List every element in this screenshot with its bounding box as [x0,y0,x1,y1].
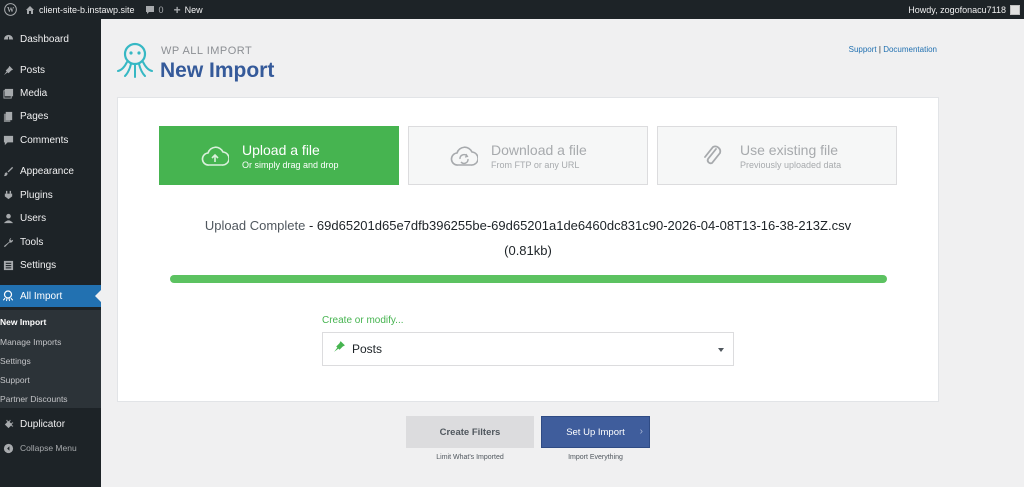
sidebar-item-label: Posts [20,64,46,76]
submenu-support[interactable]: Support [0,375,30,385]
existing-file-option[interactable]: Use existing file Previously uploaded da… [657,126,897,185]
sidebar-item-comments[interactable]: Comments [0,129,101,151]
submenu-settings[interactable]: Settings [0,356,31,366]
pushpin-icon [0,62,16,78]
sidebar-item-posts[interactable]: Posts [0,59,101,81]
existing-title: Use existing file [740,141,839,158]
cloud-sync-icon [449,141,479,171]
download-file-option[interactable]: Download a file From FTP or any URL [408,126,648,185]
my-account-menu[interactable]: Howdy, zogofonacu7118 [908,0,1020,19]
submenu-manage-imports[interactable]: Manage Imports [0,337,61,347]
upload-title: Upload a file [242,141,320,158]
comments-link[interactable]: 0 [140,0,169,19]
media-icon [0,85,16,101]
cloud-upload-icon [200,141,230,171]
site-name-link[interactable]: client-site-b.instawp.site [20,0,140,19]
new-label: New [184,4,203,15]
site-name: client-site-b.instawp.site [39,4,135,15]
sidebar-item-dashboard[interactable]: Dashboard [0,28,101,50]
admin-bar: W client-site-b.instawp.site 0 + New How… [0,0,1024,19]
new-content-link[interactable]: + New [169,0,208,19]
comments-count: 0 [158,4,164,15]
all-import-icon [0,288,16,304]
pushpin-icon [333,340,346,358]
collapse-menu-label: Collapse Menu [20,443,77,453]
sidebar-item-label: Comments [20,134,69,146]
sidebar-item-label: Plugins [20,189,53,201]
upload-subtitle: Or simply drag and drop [242,159,339,170]
plus-icon: + [173,2,181,17]
wordpress-logo-icon[interactable]: W [0,0,20,19]
paintbrush-icon [0,163,16,179]
chevron-down-icon [718,348,724,352]
sidebar-item-all-import[interactable]: All Import [0,285,101,307]
home-icon [25,5,35,15]
set-up-import-label: Set Up Import [566,426,625,438]
sidebar-item-pages[interactable]: Pages [0,105,101,127]
uploaded-filename: - 69d65201d65e7dfb396255be-69d65201a1de6… [308,218,852,233]
documentation-link[interactable]: Documentation [883,45,937,54]
page-title: New Import [160,59,275,82]
create-modify-label: Create or modify... [322,315,404,326]
chevron-right-icon: › [639,426,643,437]
collapse-menu-button[interactable]: Collapse Menu [0,437,101,459]
sidebar-item-label: Pages [20,110,49,122]
admin-sidebar: Dashboard Posts Media Pages Comments App… [0,19,101,487]
sidebar-item-label: Settings [20,259,57,271]
set-up-import-button[interactable]: Set Up Import › [541,416,650,448]
setup-caption: Import Everything [568,454,623,461]
brand-name: WP ALL IMPORT [161,45,253,57]
sidebar-item-tools[interactable]: Tools [0,231,101,253]
paperclip-icon [698,141,728,171]
dashboard-icon [0,31,16,47]
help-links: Support | Documentation [849,45,937,54]
create-filters-button[interactable]: Create Filters [406,416,534,448]
wp-all-import-logo-icon [115,40,155,82]
sidebar-item-label: All Import [20,290,63,302]
post-type-select[interactable]: Posts [322,332,734,366]
post-type-value: Posts [352,342,383,356]
users-icon [0,210,16,226]
sidebar-item-media[interactable]: Media [0,82,101,104]
download-title: Download a file [491,141,587,158]
upload-status-label: Upload Complete [204,218,306,233]
sidebar-item-label: Dashboard [20,33,69,45]
plugins-icon [0,187,16,203]
sidebar-item-appearance[interactable]: Appearance [0,160,101,182]
sidebar-item-label: Appearance [20,165,74,177]
settings-icon [0,257,16,273]
sidebar-item-duplicator[interactable]: Duplicator [0,413,101,435]
sidebar-item-label: Tools [20,236,44,248]
sidebar-item-label: Users [20,212,47,224]
sidebar-item-users[interactable]: Users [0,207,101,229]
link-separator: | [878,45,881,54]
upload-progress-bar [170,275,887,283]
upload-status: Upload Complete - 69d65201d65e7dfb396255… [118,218,938,233]
comments-icon [0,132,16,148]
sidebar-item-label: Duplicator [20,418,66,430]
uploaded-file-size: (0.81kb) [504,243,552,258]
pages-icon [0,108,16,124]
submenu-partner-discounts[interactable]: Partner Discounts [0,394,68,404]
comment-bubble-icon [145,5,155,15]
sidebar-item-plugins[interactable]: Plugins [0,184,101,206]
upload-file-option[interactable]: Upload a file Or simply drag and drop [159,126,399,185]
sidebar-item-settings[interactable]: Settings [0,254,101,276]
wrench-icon [0,234,16,250]
support-link[interactable]: Support [849,45,877,54]
avatar [1010,4,1020,15]
collapse-icon [0,440,16,456]
svg-text:W: W [6,6,14,14]
import-card: Upload a file Or simply drag and drop Do… [117,97,939,402]
download-subtitle: From FTP or any URL [491,159,580,170]
existing-subtitle: Previously uploaded data [740,159,842,170]
duplicator-icon [0,416,16,432]
howdy-text: Howdy, zogofonacu7118 [908,4,1006,15]
submenu-new-import[interactable]: New Import [0,317,46,327]
filters-caption: Limit What's Imported [436,454,504,461]
sidebar-item-label: Media [20,87,48,99]
